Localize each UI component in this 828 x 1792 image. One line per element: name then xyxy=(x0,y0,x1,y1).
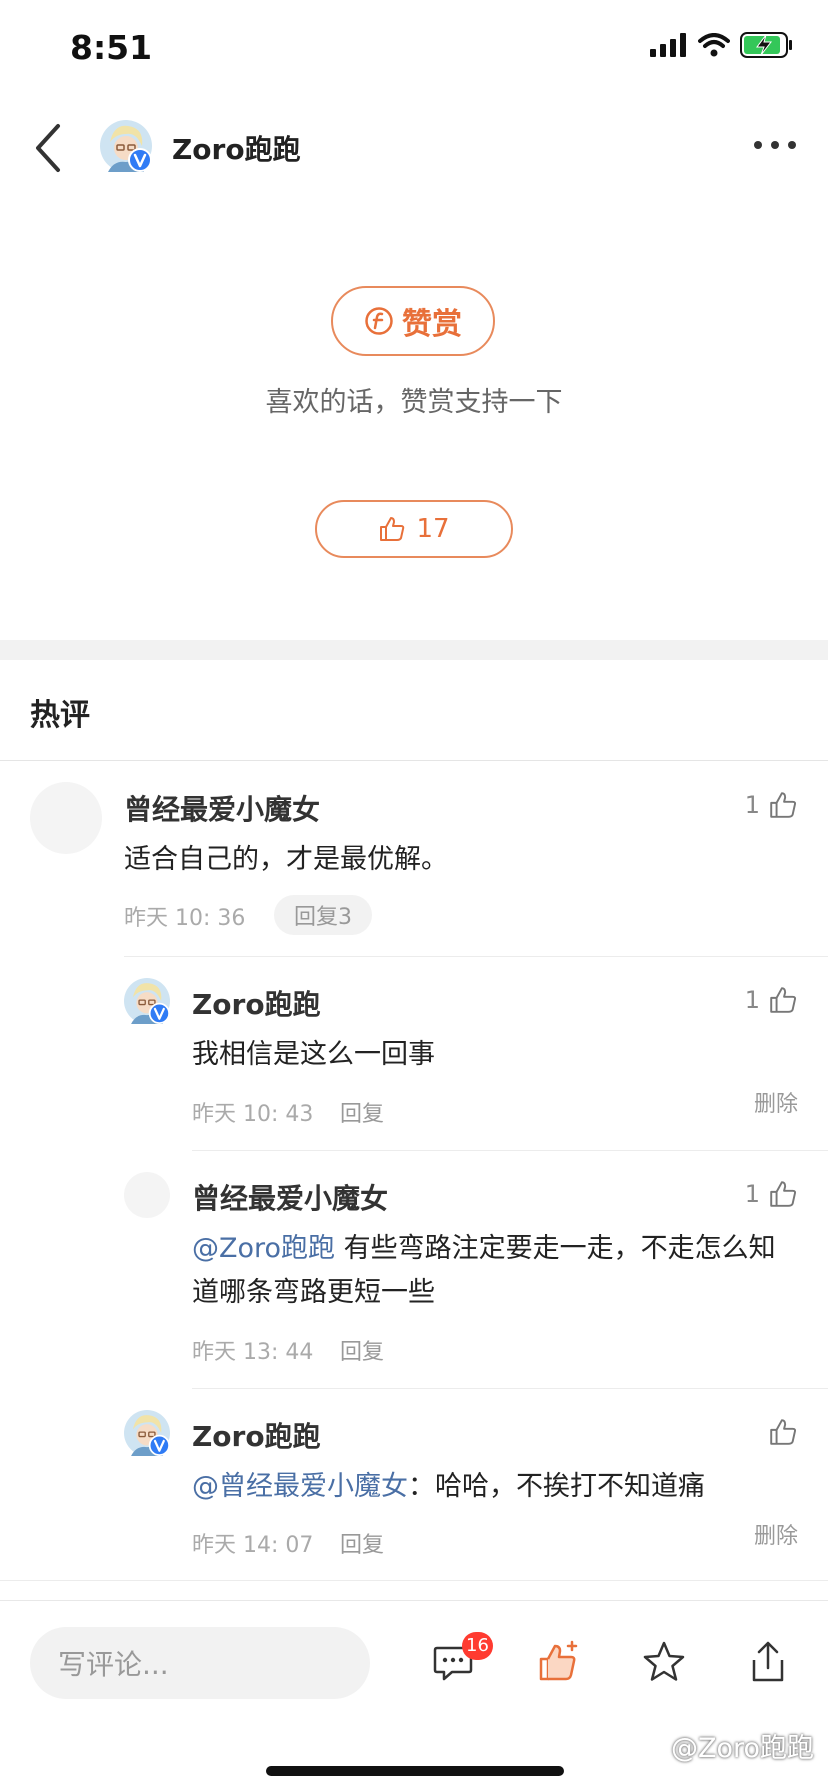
reply-name[interactable]: 曾经最爱小魔女 xyxy=(192,1177,388,1217)
reply-button[interactable]: 回复 xyxy=(340,1334,384,1366)
status-icons xyxy=(650,32,794,58)
watermark: @Zoro跑跑 xyxy=(670,1733,814,1764)
wifi-icon xyxy=(698,33,730,57)
signal-icon xyxy=(650,33,686,57)
battery-charging-icon xyxy=(740,32,792,58)
comment-text: 适合自己的，才是最优解。 xyxy=(124,844,448,875)
reply-avatar[interactable] xyxy=(124,978,170,1024)
divider xyxy=(0,1580,828,1581)
back-icon[interactable] xyxy=(30,120,70,176)
reply-avatar[interactable] xyxy=(124,1410,170,1456)
reply-text: 我相信是这么一回事 xyxy=(192,1039,435,1070)
article-like-button[interactable]: 17 xyxy=(315,500,513,558)
star-icon[interactable] xyxy=(642,1640,686,1684)
divider xyxy=(0,760,828,761)
reply-time: 昨天 13: 44 xyxy=(192,1340,314,1365)
mention-link[interactable]: @Zoro跑跑 xyxy=(192,1233,335,1264)
thumbs-up-icon[interactable] xyxy=(768,1417,798,1447)
reply-name[interactable]: Zoro跑跑 xyxy=(192,983,321,1023)
home-indicator[interactable] xyxy=(266,1766,564,1776)
thumbs-up-icon xyxy=(770,792,797,818)
reply-count-button[interactable]: 回复3 xyxy=(274,895,372,935)
reply-body: ：哈哈，不挨打不知道痛 xyxy=(408,1471,705,1502)
delete-button[interactable]: 删除 xyxy=(754,1086,798,1118)
reply-like-button[interactable]: 1 xyxy=(745,985,798,1015)
reply-name[interactable]: Zoro跑跑 xyxy=(192,1415,321,1455)
reply-button[interactable]: 回复 xyxy=(340,1096,384,1128)
like-count: 1 xyxy=(744,986,760,1014)
article-like-count: 17 xyxy=(416,514,450,544)
comment-count-badge: 16 xyxy=(462,1632,493,1660)
reply-like-button[interactable]: 1 xyxy=(745,1179,798,1209)
delete-button[interactable]: 删除 xyxy=(754,1518,798,1550)
commenter-name[interactable]: 曾经最爱小魔女 xyxy=(124,788,320,828)
reply-avatar[interactable] xyxy=(124,1172,170,1218)
thumbs-up-icon xyxy=(380,517,405,541)
more-options-icon[interactable] xyxy=(752,130,798,160)
like-count: 1 xyxy=(744,791,760,819)
author-name[interactable]: Zoro跑跑 xyxy=(172,128,301,168)
reward-button[interactable]: 赞赏 xyxy=(331,286,495,356)
reply-text: @曾经最爱小魔女：哈哈，不挨打不知道痛 xyxy=(192,1465,798,1509)
divider xyxy=(192,1150,828,1151)
divider xyxy=(124,956,828,957)
reward-tip: 喜欢的话，赞赏支持一下 xyxy=(265,387,563,418)
like-count: 1 xyxy=(744,1180,760,1208)
share-icon[interactable] xyxy=(748,1640,788,1684)
comment-input[interactable]: 写评论... xyxy=(30,1627,370,1699)
comment-time: 昨天 10: 36 xyxy=(124,906,246,931)
divider xyxy=(192,1388,828,1389)
reply-time: 昨天 14: 07 xyxy=(192,1533,314,1558)
thumbs-up-icon xyxy=(770,987,797,1013)
status-time: 8:51 xyxy=(70,28,153,67)
comment-like-button[interactable]: 1 xyxy=(745,790,798,820)
like-icon[interactable] xyxy=(536,1640,580,1684)
commenter-avatar[interactable] xyxy=(30,782,102,854)
reply-time: 昨天 10: 43 xyxy=(192,1102,314,1127)
section-separator xyxy=(0,640,828,660)
author-avatar[interactable] xyxy=(100,120,152,172)
reward-label: 赞赏 xyxy=(402,307,462,342)
verified-badge-icon xyxy=(128,148,152,172)
bottom-bar-divider xyxy=(0,1600,828,1601)
mention-link[interactable]: @曾经最爱小魔女 xyxy=(192,1471,408,1502)
hot-comments-title: 热评 xyxy=(30,698,90,733)
reply-text: @Zoro跑跑 有些弯路注定要走一走，不走怎么知道哪条弯路更短一些 xyxy=(192,1227,798,1315)
coin-icon xyxy=(365,307,393,335)
thumbs-up-icon xyxy=(770,1181,797,1207)
reply-button[interactable]: 回复 xyxy=(340,1527,384,1559)
